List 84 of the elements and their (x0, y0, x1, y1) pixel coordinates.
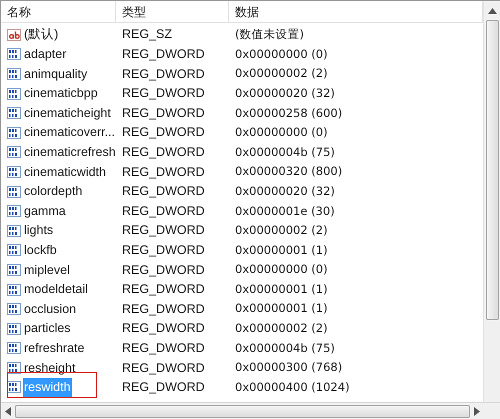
binary-value-icon (7, 302, 21, 316)
binary-value-icon (7, 145, 21, 160)
value-name[interactable]: lockfb (23, 240, 58, 260)
value-data: 0x00000002 (2) (234, 65, 329, 82)
value-data: 0x00000000 (0) (234, 46, 329, 63)
value-data: 0x00000400 (1024) (234, 378, 351, 396)
value-name[interactable]: lights (23, 221, 54, 240)
binary-value-icon (7, 360, 21, 375)
binary-value-icon (7, 126, 21, 140)
value-type: REG_DWORD (121, 262, 206, 279)
value-type: REG_DWORD (121, 124, 206, 142)
binary-value-icon (7, 322, 21, 336)
binary-value-icon (7, 66, 21, 81)
scrollbar-thumb[interactable] (15, 404, 470, 418)
value-name[interactable]: resheight (23, 358, 76, 378)
value-type: REG_DWORD (121, 300, 206, 318)
value-name[interactable]: (默认) (23, 25, 60, 44)
binary-value-icon (7, 262, 21, 277)
value-data: (数值未设置) (234, 26, 305, 44)
value-name[interactable]: miplevel (23, 260, 71, 280)
value-type: REG_DWORD (121, 242, 206, 259)
value-data: 0x00000000 (0) (234, 124, 329, 142)
value-data: 0x00000320 (800) (234, 163, 344, 180)
binary-value-icon (7, 47, 21, 62)
value-type: REG_DWORD (121, 66, 206, 83)
value-name[interactable]: gamma (23, 202, 67, 221)
value-data: 0x00000300 (768) (234, 359, 344, 376)
scrollbar-thumb[interactable] (486, 20, 498, 320)
vertical-scrollbar[interactable] (483, 1, 500, 402)
value-type: REG_DWORD (121, 222, 206, 240)
column-header[interactable]: 名称 (1, 1, 116, 22)
value-name[interactable]: modeldetail (23, 280, 89, 299)
value-name[interactable]: cinematicoverr... (23, 123, 116, 142)
value-type: REG_DWORD (121, 144, 206, 161)
value-data: 0x00000001 (1) (234, 280, 329, 298)
value-type: REG_DWORD (121, 281, 206, 298)
value-data: 0x0000001e (30) (234, 202, 336, 220)
value-type: REG_DWORD (121, 164, 206, 181)
binary-value-icon (7, 282, 21, 297)
value-type: REG_DWORD (121, 104, 206, 122)
value-name[interactable]: occlusion (23, 300, 78, 318)
binary-value-icon (7, 204, 21, 218)
binary-value-icon (7, 243, 21, 258)
value-data: 0x00000020 (32) (234, 84, 336, 102)
value-type: REG_DWORD (121, 202, 206, 220)
value-type: REG_DWORD (121, 85, 206, 102)
value-name[interactable]: cinematicheight (23, 104, 112, 123)
binary-value-icon (7, 224, 21, 238)
value-type: REG_DWORD (121, 360, 206, 377)
value-data: 0x00000258 (600) (234, 104, 344, 122)
value-name[interactable]: adapter (23, 45, 68, 64)
string-value-icon (7, 28, 21, 42)
value-data: 0x00000000 (0) (234, 261, 329, 278)
binary-value-icon (7, 106, 21, 120)
value-type: REG_DWORD (121, 379, 206, 396)
binary-value-icon (7, 86, 21, 101)
scroll-up-icon[interactable] (488, 8, 496, 14)
value-data: 0x0000004b (75) (234, 340, 336, 357)
binary-value-icon (7, 164, 21, 179)
value-type: REG_DWORD (121, 320, 206, 338)
column-header[interactable]: 类型 (116, 1, 229, 22)
value-data: 0x00000020 (32) (234, 182, 336, 200)
value-name[interactable]: cinematicbpp (23, 84, 99, 103)
value-name[interactable]: cinematicwidth (23, 162, 107, 182)
value-type: REG_DWORD (121, 340, 206, 357)
horizontal-scrollbar[interactable] (1, 402, 500, 419)
value-name[interactable]: animquality (23, 64, 88, 84)
binary-value-icon (7, 341, 21, 356)
scroll-right-icon[interactable] (474, 406, 480, 416)
value-data: 0x00000001 (1) (234, 300, 329, 318)
value-name[interactable]: refreshrate (23, 338, 86, 358)
value-type: REG_DWORD (121, 183, 206, 200)
value-data: 0x00000002 (2) (234, 320, 329, 338)
value-name[interactable]: particles (23, 319, 72, 338)
value-type: REG_SZ (121, 26, 174, 44)
binary-value-icon (7, 380, 21, 394)
value-data: 0x0000004b (75) (234, 144, 336, 161)
value-data: 0x00000002 (2) (234, 222, 329, 240)
value-data: 0x00000001 (1) (234, 242, 329, 259)
value-name[interactable]: colordepth (23, 182, 84, 201)
value-name[interactable]: cinematicrefresh (23, 142, 117, 162)
binary-value-icon (7, 184, 21, 199)
value-type: REG_DWORD (121, 46, 206, 64)
scroll-left-icon[interactable] (5, 406, 11, 416)
